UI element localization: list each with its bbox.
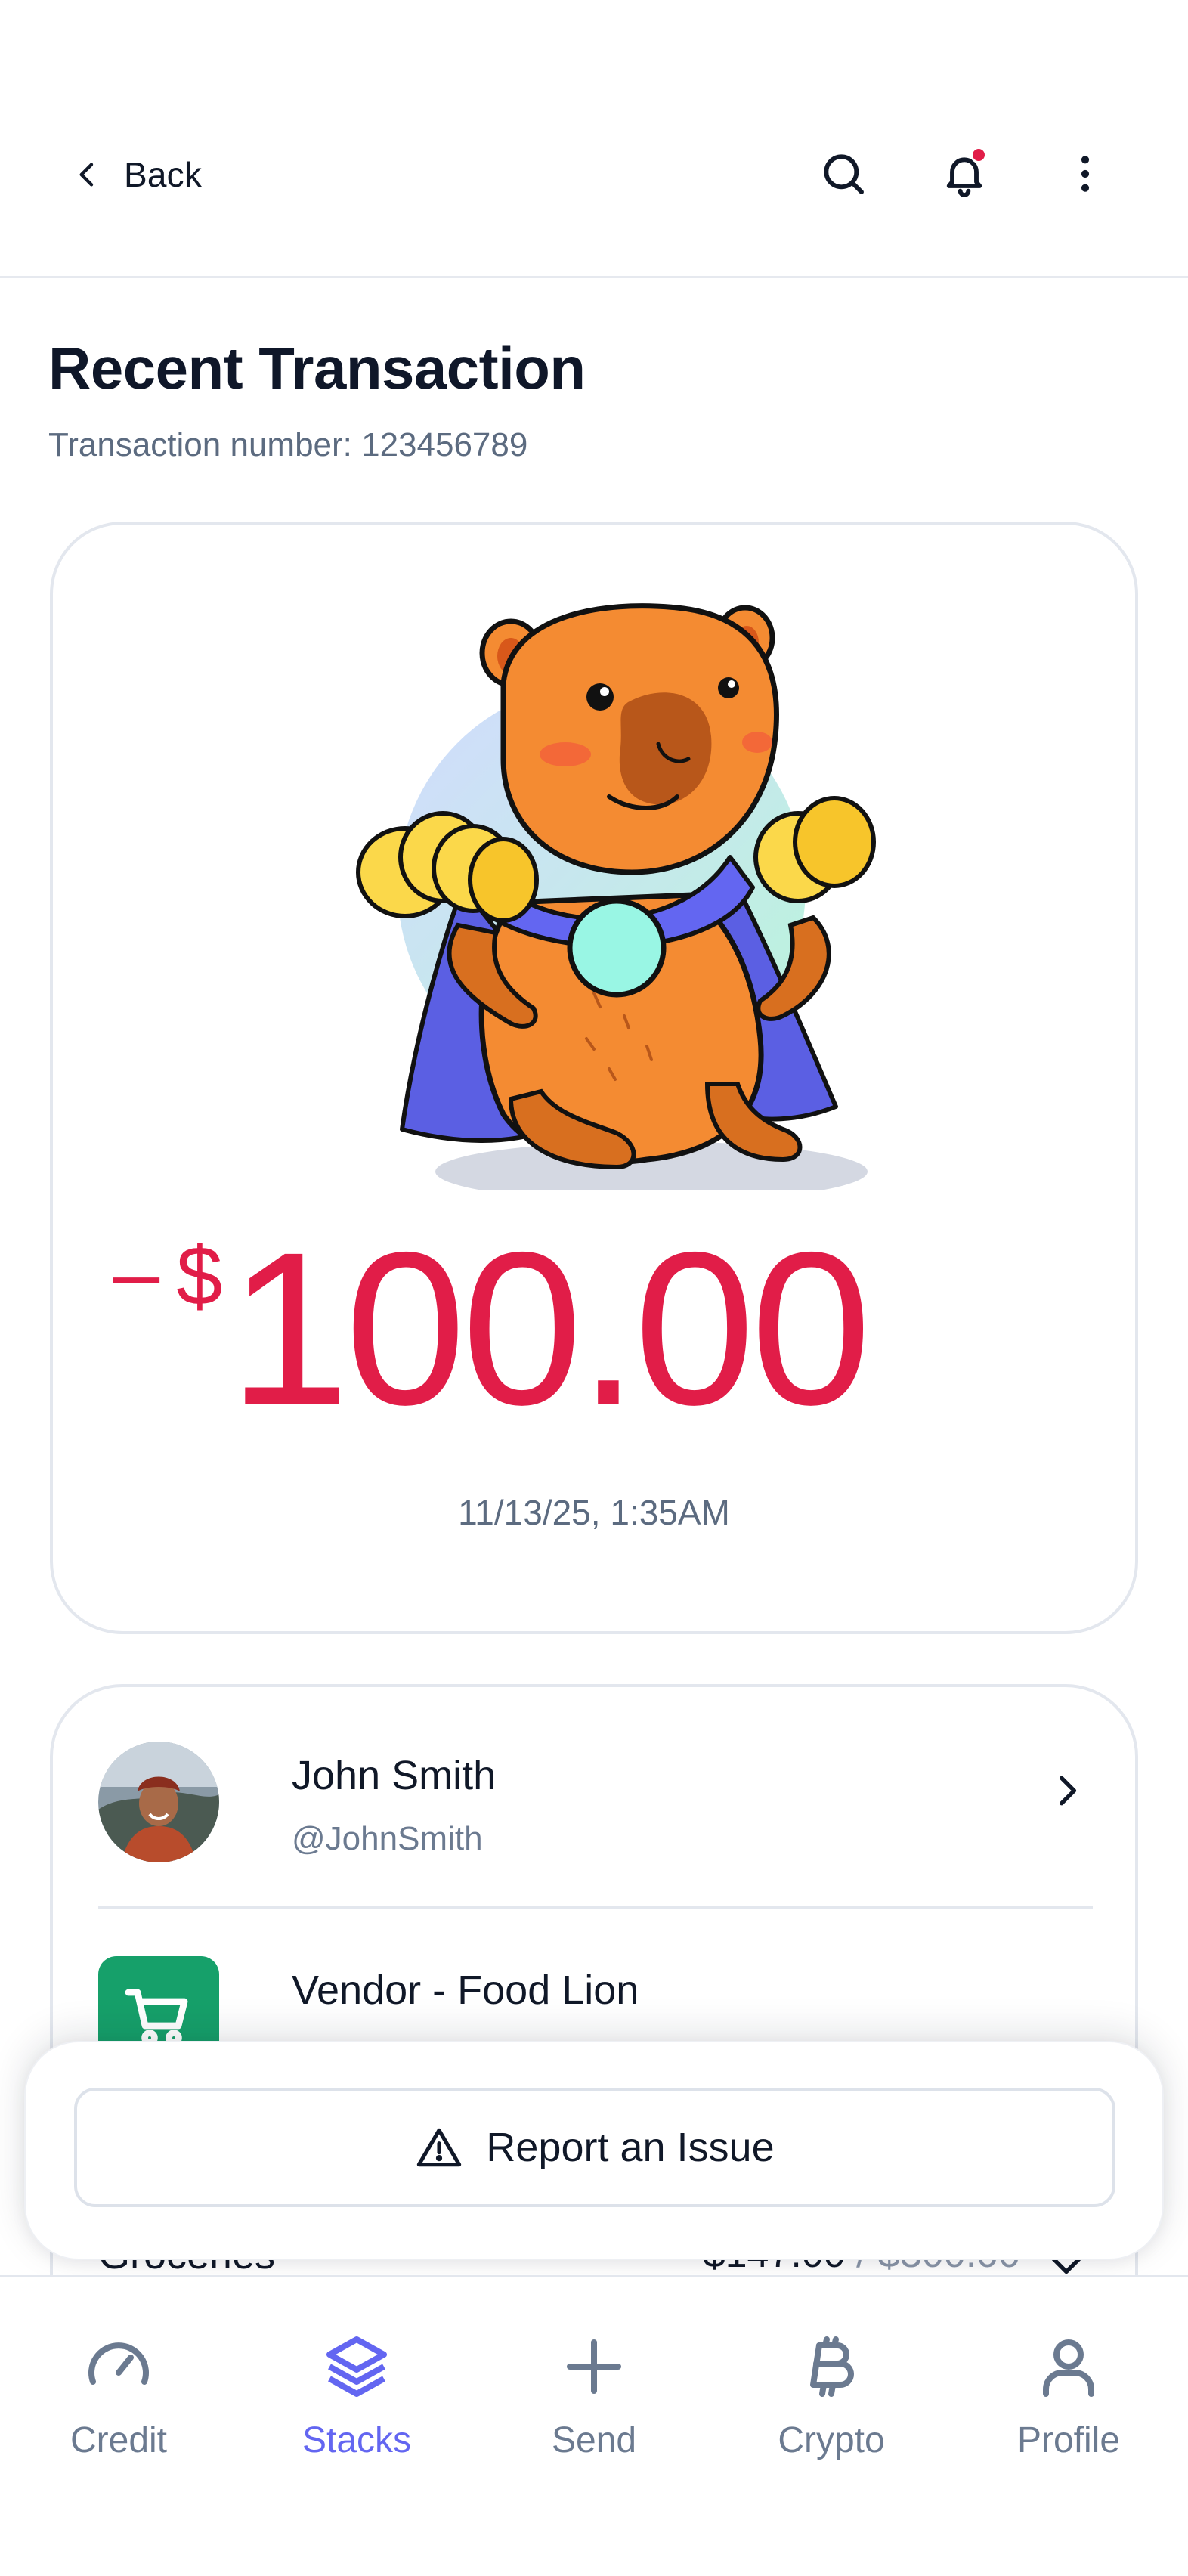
notification-dot (970, 147, 987, 163)
search-button[interactable] (813, 144, 874, 204)
layers-icon (326, 2336, 387, 2397)
user-row[interactable]: John Smith @JohnSmith (98, 1742, 1103, 1862)
nav-label-credit: Credit (70, 2420, 168, 2460)
back-button[interactable]: Back (73, 148, 202, 201)
nav-item-profile[interactable]: Profile (970, 2330, 1167, 2482)
user-handle: @JohnSmith (292, 1820, 483, 1857)
amount-currency: $ (176, 1230, 223, 1323)
transaction-number: Transaction number: 123456789 (48, 426, 528, 463)
back-label: Back (124, 155, 203, 194)
vendor-name: Vendor - Food Lion (292, 1968, 639, 2013)
report-issue-sheet: Report an Issue (24, 2041, 1164, 2260)
transaction-datetime: 11/13/25, 1:35AM (458, 1493, 730, 1532)
notifications-button[interactable] (934, 144, 995, 204)
bitcoin-icon (810, 2336, 854, 2397)
nav-label-stacks: Stacks (302, 2420, 412, 2460)
capybara-mascot-illustration (356, 603, 876, 1190)
nav-label-crypto: Crypto (778, 2420, 885, 2460)
report-issue-label: Report an Issue (486, 2125, 775, 2170)
plus-icon (567, 2339, 621, 2394)
user-icon (1043, 2339, 1094, 2397)
chevron-left-icon (79, 163, 94, 187)
bottom-navigation: Credit Stacks Send Crypto Profile (0, 2275, 1188, 2576)
chevron-right-icon (1060, 1776, 1077, 1806)
nav-label-send: Send (551, 2420, 637, 2460)
gauge-icon (88, 2342, 149, 2385)
transaction-detail-screen: Back Recent Transaction Transaction numb… (0, 0, 1188, 2576)
amount-sign: – (113, 1227, 160, 1320)
nav-item-send[interactable]: Send (496, 2330, 692, 2482)
search-icon (824, 154, 864, 194)
transaction-summary-card: – $ 100.00 11/13/25, 1:35AM (50, 522, 1138, 1634)
avatar (98, 1742, 219, 1862)
top-app-bar: Back (0, 0, 1188, 278)
nav-item-crypto[interactable]: Crypto (733, 2330, 930, 2482)
nav-item-credit[interactable]: Credit (20, 2330, 217, 2482)
divider (98, 1906, 1093, 1909)
user-name: John Smith (292, 1753, 497, 1798)
nav-item-stacks[interactable]: Stacks (258, 2330, 455, 2482)
page-title: Recent Transaction (48, 335, 586, 401)
more-vertical-icon (1081, 156, 1090, 192)
transaction-amount: – $ 100.00 (113, 1215, 871, 1454)
nav-label-profile: Profile (1016, 2420, 1121, 2460)
amount-value: 100.00 (228, 1207, 871, 1451)
report-issue-button[interactable]: Report an Issue (74, 2088, 1115, 2207)
transaction-details-card: John Smith @JohnSmith Vendor - Food Lion… (50, 1684, 1138, 2364)
more-options-button[interactable] (1055, 144, 1115, 204)
warning-icon (417, 2128, 462, 2167)
